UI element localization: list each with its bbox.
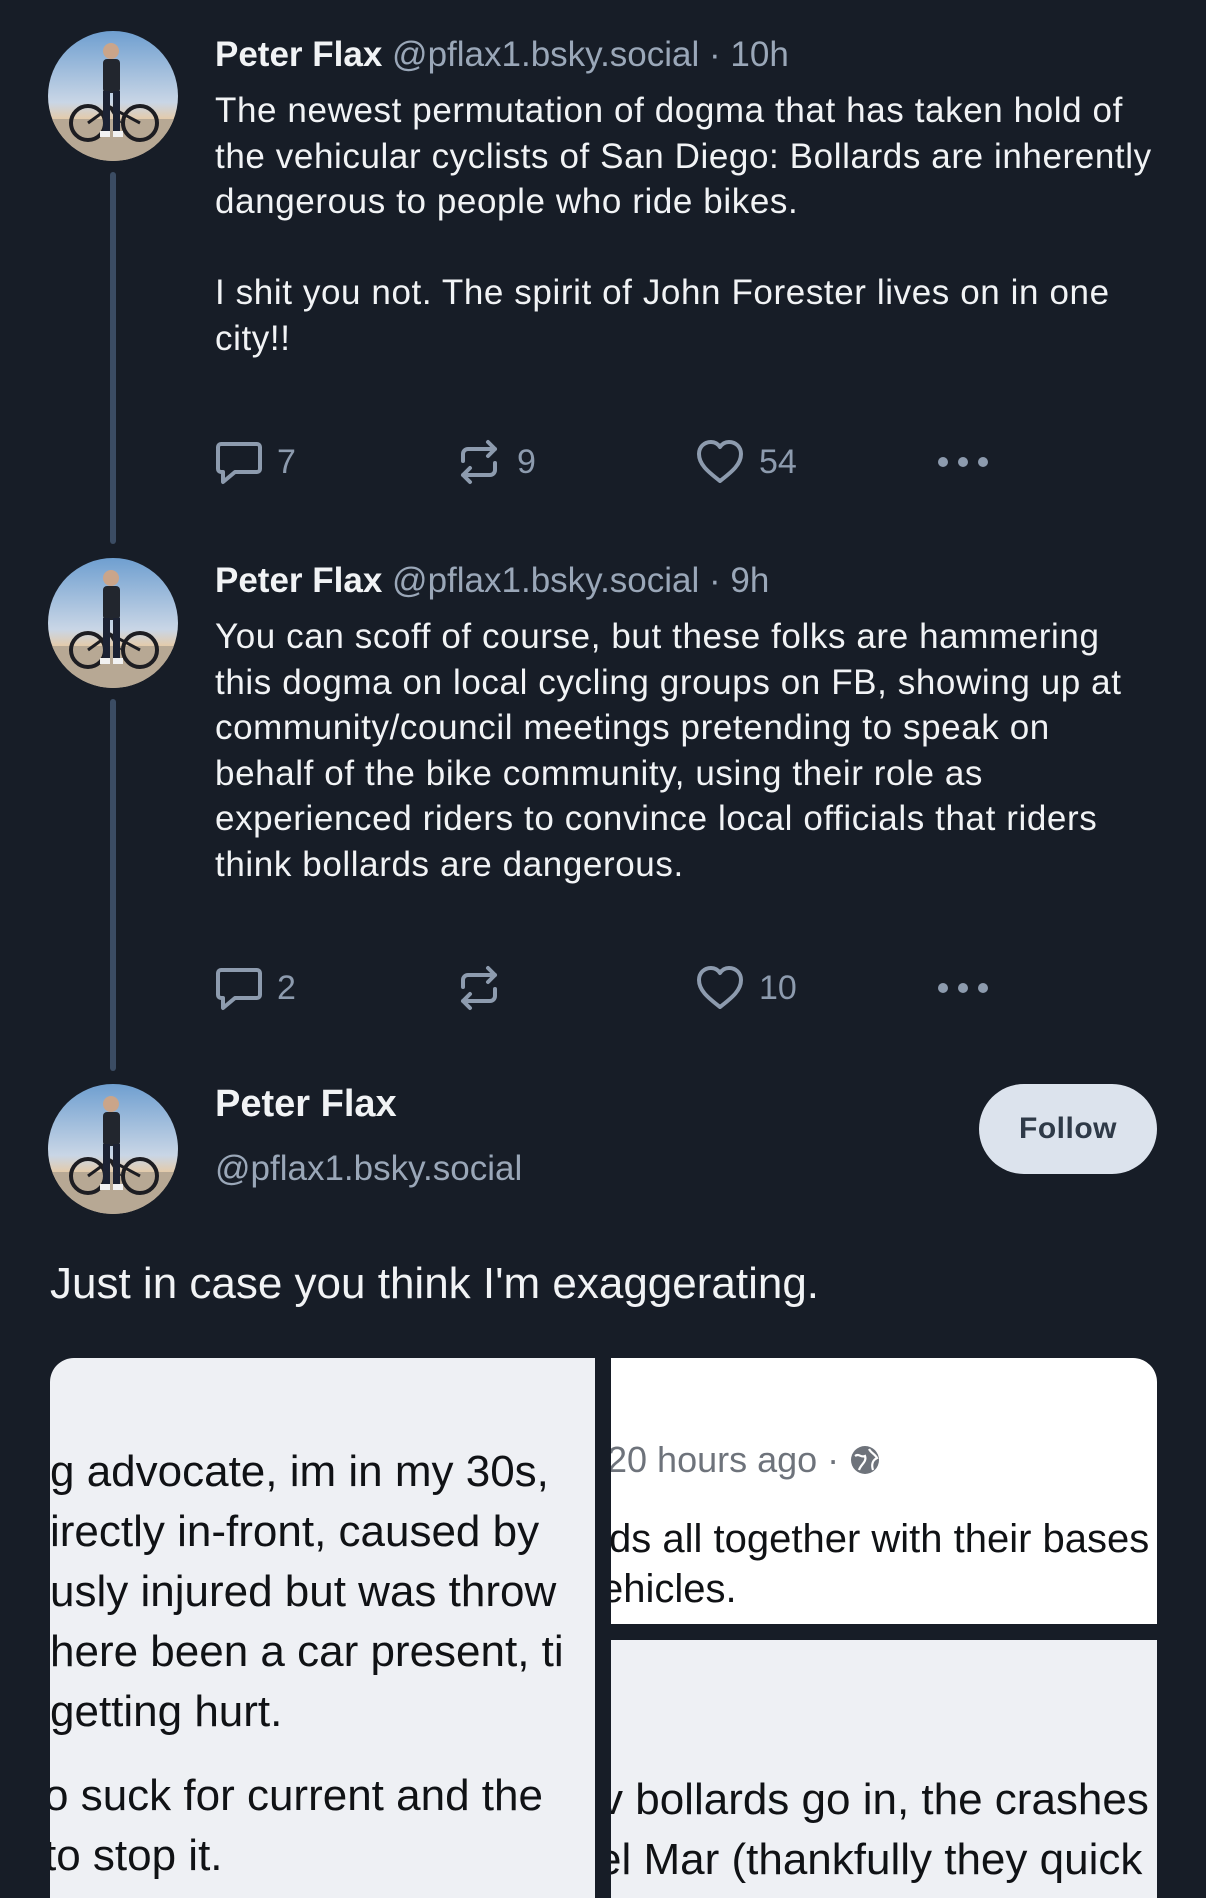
author-handle[interactable]: @pflax1.bsky.social: [215, 1148, 522, 1190]
image-text-line: usly injured but was throw: [50, 1567, 557, 1616]
repost-icon: [461, 966, 497, 1010]
image-text-line: getting hurt.: [50, 1687, 283, 1736]
thread-post[interactable]: Peter Flax @pflax1.bsky.social · 10h The…: [215, 34, 1155, 361]
main-post-author[interactable]: Peter Flax @pflax1.bsky.social: [215, 1082, 522, 1190]
more-icon: [938, 457, 988, 467]
more-icon: [938, 983, 988, 993]
avatar[interactable]: [48, 31, 178, 161]
like-button[interactable]: 10: [695, 958, 797, 1018]
post-time: · 9h: [699, 561, 770, 600]
post-image[interactable]: g advocate, im in my 30s, irectly in-fro…: [50, 1358, 595, 1898]
image-grid: g advocate, im in my 30s, irectly in-fro…: [50, 1358, 1157, 1898]
image-text-line: ds all together with their bases: [611, 1517, 1150, 1561]
more-button[interactable]: [935, 958, 991, 1018]
more-button[interactable]: [935, 432, 991, 492]
reply-icon: [216, 442, 262, 484]
reply-count: 7: [277, 442, 296, 481]
avatar-photo: [48, 558, 178, 688]
thread-view: Peter Flax @pflax1.bsky.social · 10h The…: [0, 0, 1206, 1898]
thread-line: [110, 699, 116, 1071]
post-time: · 10h: [699, 35, 789, 74]
author-handle[interactable]: @pflax1.bsky.social: [392, 35, 699, 74]
image-text-line: el Mar (thankfully they quick: [611, 1835, 1143, 1884]
like-count: 10: [759, 968, 797, 1007]
image-text-line: here been a car present, ti: [50, 1627, 564, 1676]
image-text-line: ehicles.: [611, 1567, 737, 1611]
avatar[interactable]: [48, 558, 178, 688]
post-image[interactable]: 20 hours ago · ds all together with thei…: [611, 1358, 1157, 1624]
avatar-photo: [48, 1084, 178, 1214]
post-header: Peter Flax @pflax1.bsky.social · 9h: [215, 560, 1155, 602]
author-name[interactable]: Peter Flax: [215, 561, 382, 600]
post-actions: 7 9 54: [215, 432, 1015, 492]
thread-post[interactable]: Peter Flax @pflax1.bsky.social · 9h You …: [215, 560, 1155, 887]
post-text: You can scoff of course, but these folks…: [215, 617, 1122, 884]
avatar-photo: [48, 31, 178, 161]
repost-icon: [461, 440, 497, 484]
heart-icon: [697, 440, 743, 483]
author-name[interactable]: Peter Flax: [215, 35, 382, 74]
image-text-line: v bollards go in, the crashes: [611, 1775, 1149, 1824]
image-text-line: g advocate, im in my 30s,: [50, 1447, 549, 1496]
image-text-line: o suck for current and the: [50, 1771, 543, 1820]
image-timestamp: 20 hours ago ·: [611, 1438, 881, 1482]
repost-button[interactable]: [455, 958, 517, 1018]
like-button[interactable]: 54: [695, 432, 797, 492]
repost-count: 9: [517, 442, 536, 481]
author-name[interactable]: Peter Flax: [215, 1082, 522, 1126]
reply-button[interactable]: 7: [215, 432, 296, 492]
image-meta-text: 20 hours ago ·: [611, 1439, 840, 1480]
avatar[interactable]: [48, 1084, 178, 1214]
post-actions: 2 10: [215, 958, 1015, 1018]
author-handle[interactable]: @pflax1.bsky.social: [392, 561, 699, 600]
reply-button[interactable]: 2: [215, 958, 296, 1018]
like-count: 54: [759, 442, 797, 481]
heart-icon: [697, 966, 743, 1009]
globe-icon: [851, 1446, 880, 1474]
image-text-line: irectly in-front, caused by: [50, 1507, 540, 1556]
post-image[interactable]: v bollards go in, the crashes el Mar (th…: [611, 1640, 1157, 1898]
reply-icon: [216, 968, 262, 1010]
thread-line: [110, 172, 116, 544]
post-header: Peter Flax @pflax1.bsky.social · 10h: [215, 34, 1155, 76]
reply-count: 2: [277, 968, 296, 1007]
image-text-line: to stop it.: [50, 1831, 223, 1880]
post-text: The newest permutation of dogma that has…: [215, 91, 1152, 358]
main-post-text: Just in case you think I'm exaggerating.: [50, 1259, 820, 1308]
repost-button[interactable]: 9: [455, 432, 536, 492]
follow-button[interactable]: Follow: [979, 1084, 1157, 1174]
